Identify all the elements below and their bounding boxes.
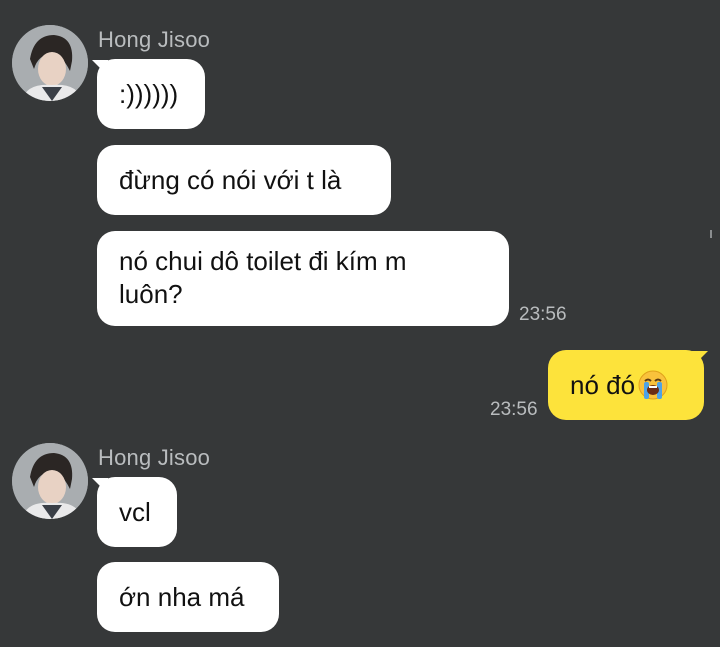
incoming-message[interactable]: nó chui dô toilet đi kím m luôn?	[97, 231, 509, 326]
outgoing-message-text: nó đó	[570, 369, 636, 400]
incoming-message[interactable]: vcl	[97, 477, 177, 547]
profile-photo-icon	[12, 25, 88, 101]
message-timestamp: 23:56	[490, 399, 538, 420]
scrollbar[interactable]	[710, 230, 712, 238]
incoming-message[interactable]: :))))))	[97, 59, 205, 129]
outgoing-message[interactable]: nó đó	[548, 350, 704, 420]
avatar[interactable]	[12, 443, 88, 519]
bubble-tail	[692, 351, 708, 367]
incoming-message[interactable]: ớn nha má	[97, 562, 279, 632]
sender-name: Hong Jisoo	[98, 27, 211, 52]
sender-name: Hong Jisoo	[98, 445, 211, 470]
message-timestamp: 23:56	[519, 304, 567, 325]
loudly-crying-face-icon	[637, 369, 669, 401]
incoming-message[interactable]: đừng có nói với t là	[97, 145, 391, 215]
profile-photo-icon	[12, 443, 88, 519]
chat-conversation: Hong Jisoo :)))))) đừng có nói với t là …	[0, 0, 720, 647]
avatar[interactable]	[12, 25, 88, 101]
